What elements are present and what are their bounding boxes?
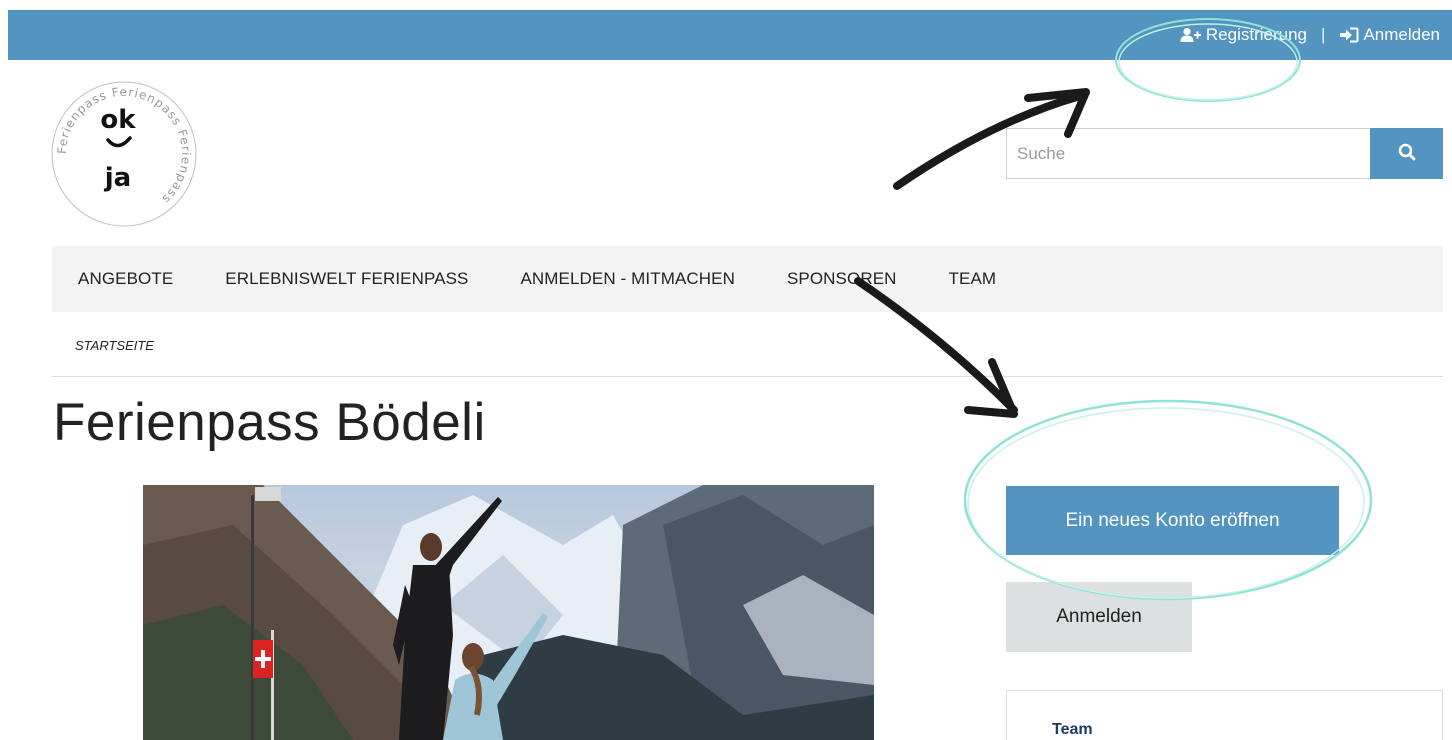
divider [52, 376, 1443, 377]
team-panel-title[interactable]: Team [1052, 721, 1093, 739]
search-icon [1398, 143, 1416, 164]
new-account-button[interactable]: Ein neues Konto eröffnen [1006, 486, 1339, 555]
hero-image [143, 485, 874, 740]
page-title: Ferienpass Bödeli [53, 393, 486, 452]
logo-ja: ja [104, 163, 131, 193]
nav-item-sponsoren[interactable]: SPONSOREN [761, 269, 923, 289]
search-button[interactable] [1370, 128, 1443, 179]
sidebar-login-button[interactable]: Anmelden [1006, 582, 1192, 652]
register-label: Registrierung [1205, 25, 1308, 44]
nav-item-team[interactable]: TEAM [923, 269, 1023, 289]
ferienpass-logo[interactable]: Ferienpass Ferienpass Ferienpass ok ja [48, 78, 200, 230]
sign-in-icon [1339, 27, 1359, 43]
team-panel: Team [1006, 690, 1443, 740]
register-link[interactable]: Registrierung [1180, 25, 1307, 45]
account-links: Registrierung | Anmelden [1180, 10, 1440, 60]
logo-ok: ok [100, 105, 136, 135]
nav-item-angebote[interactable]: ANGEBOTE [52, 269, 199, 289]
nav-item-anmelden-mitmachen[interactable]: ANMELDEN - MITMACHEN [494, 269, 761, 289]
breadcrumb[interactable]: STARTSEITE [75, 338, 154, 353]
link-separator: | [1321, 25, 1326, 44]
user-plus-icon [1180, 27, 1202, 43]
search-input[interactable] [1006, 128, 1370, 179]
nav-item-erlebniswelt[interactable]: ERLEBNISWELT FERIENPASS [199, 269, 494, 289]
top-bar: Registrierung | Anmelden [8, 10, 1452, 60]
login-label: Anmelden [1363, 25, 1440, 44]
main-navigation: ANGEBOTE ERLEBNISWELT FERIENPASS ANMELDE… [52, 246, 1443, 312]
annotation-arrow-down-head [964, 358, 1018, 418]
login-link[interactable]: Anmelden [1339, 25, 1440, 45]
search-bar [1006, 128, 1443, 179]
